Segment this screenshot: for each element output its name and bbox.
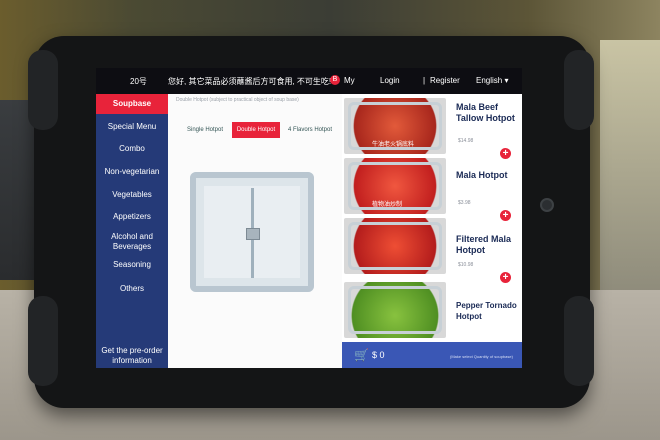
menu-item-image[interactable]: 植物油炒制: [344, 158, 446, 214]
pot-center-knob: [246, 228, 260, 240]
language-select[interactable]: English ▾: [476, 76, 508, 85]
cart-note: (Make select Quantity of soupbase): [450, 354, 513, 359]
tab-double-hotpot[interactable]: Double Hotpot: [232, 122, 280, 138]
sidebar-item-pre-order[interactable]: Get the pre-order information: [96, 346, 168, 366]
login-link[interactable]: Login: [380, 76, 400, 85]
topbar-separator: |: [423, 76, 426, 85]
menu-item-name: Filtered Mala Hotpot: [456, 234, 512, 255]
soupbase-notice: Double Hotpot (subject to practical obje…: [176, 97, 299, 103]
pot-rim: [348, 286, 442, 334]
pot-rim: [348, 222, 442, 270]
my-link[interactable]: My: [344, 76, 355, 85]
case-bumper: [564, 296, 594, 386]
add-button[interactable]: +: [500, 148, 511, 159]
case-bumper: [28, 50, 58, 130]
brand-logo-icon: B: [330, 75, 340, 85]
cart-icon[interactable]: 🛒: [354, 348, 369, 362]
double-hotpot-image: [190, 172, 314, 292]
case-bumper: [28, 296, 58, 386]
category-sidebar: Soupbase Special Menu Combo Non-vegetari…: [96, 94, 168, 368]
sidebar-item-special-menu[interactable]: Special Menu: [96, 122, 168, 132]
cart-total: $ 0: [372, 350, 385, 360]
sidebar-item-alcohol-beverages[interactable]: Alcohol and Beverages: [96, 232, 168, 252]
add-button[interactable]: +: [500, 272, 511, 283]
menu-item-image[interactable]: [344, 282, 446, 338]
sidebar-item-non-vegetarian[interactable]: Non-vegetarian: [96, 167, 168, 177]
soupbase-panel: Double Hotpot (subject to practical obje…: [168, 94, 342, 368]
tab-single-hotpot[interactable]: Single Hotpot: [180, 122, 230, 138]
menu-item-name: Pepper Tornado Hotpot: [456, 301, 517, 321]
menu-item-image[interactable]: [344, 218, 446, 274]
camera-icon: [540, 198, 554, 212]
sidebar-item-appetizers[interactable]: Appetizers: [96, 212, 168, 222]
tab-4-flavors-hotpot[interactable]: 4 Flavors Hotpot: [282, 122, 338, 138]
menu-item-name: Mala Hotpot: [456, 170, 508, 180]
sidebar-item-combo[interactable]: Combo: [96, 144, 168, 154]
sidebar-item-others[interactable]: Others: [96, 284, 168, 294]
topbar-notice: 您好, 其它菜品必须蘸酱后方可食用, 不可生吃!: [168, 77, 332, 86]
sidebar-item-soupbase[interactable]: Soupbase: [96, 94, 168, 114]
table-number: 20号: [130, 77, 147, 86]
hotpot-menu-list: 牛油老火锅底料 Mala Beef Tallow Hotpot $14.98 +…: [342, 94, 522, 342]
register-link[interactable]: Register: [430, 76, 460, 85]
menu-item-caption: 植物油炒制: [372, 202, 403, 208]
sidebar-item-vegetables[interactable]: Vegetables: [96, 190, 168, 200]
menu-item-caption: 牛油老火锅底料: [372, 142, 415, 148]
top-bar: 20号 您好, 其它菜品必须蘸酱后方可食用, 不可生吃! B My Login …: [96, 68, 522, 94]
menu-item-image[interactable]: 牛油老火锅底料: [344, 98, 446, 154]
case-bumper: [564, 50, 594, 130]
menu-item-name: Mala Beef Tallow Hotpot: [456, 102, 515, 123]
tablet-screen: 20号 您好, 其它菜品必须蘸酱后方可食用, 不可生吃! B My Login …: [96, 68, 522, 368]
menu-item-price: $10.98: [458, 262, 474, 268]
add-button[interactable]: +: [500, 210, 511, 221]
background-jars: [600, 40, 660, 300]
menu-item-price: $3.98: [458, 200, 471, 206]
cart-bar[interactable]: 🛒 $ 0 (Make select Quantity of soupbase): [342, 342, 522, 368]
sidebar-item-seasoning[interactable]: Seasoning: [96, 260, 168, 270]
menu-item-price: $14.98: [458, 138, 474, 144]
